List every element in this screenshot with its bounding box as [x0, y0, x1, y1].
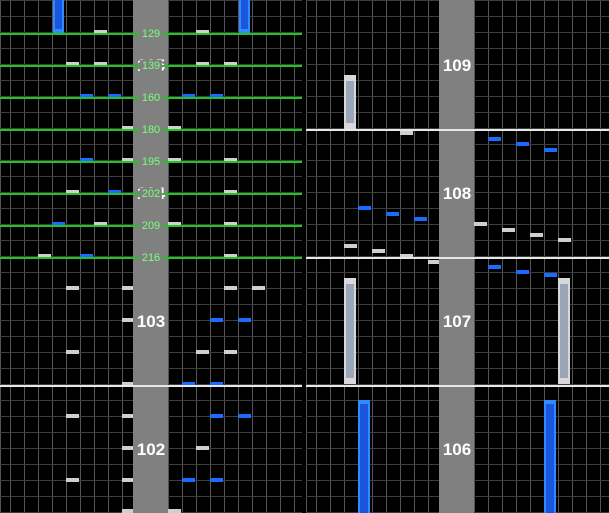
- note[interactable]: [66, 478, 79, 482]
- note[interactable]: [122, 509, 133, 513]
- note[interactable]: [502, 228, 515, 232]
- measure-line: [0, 385, 302, 387]
- note[interactable]: [488, 265, 501, 269]
- long-note[interactable]: [53, 0, 64, 33]
- note[interactable]: [530, 233, 543, 237]
- bpm-change-label: 139: [139, 60, 163, 72]
- note[interactable]: [210, 318, 223, 322]
- note[interactable]: [210, 478, 223, 482]
- note[interactable]: [516, 270, 529, 274]
- long-note[interactable]: [344, 75, 356, 129]
- note[interactable]: [414, 217, 427, 221]
- long-note[interactable]: [544, 400, 556, 513]
- long-note[interactable]: [344, 278, 356, 384]
- note[interactable]: [66, 414, 79, 418]
- measure-line: [306, 129, 609, 131]
- bpm-change-label: 209: [139, 220, 163, 232]
- note[interactable]: [488, 137, 501, 141]
- note[interactable]: [238, 414, 251, 418]
- long-note[interactable]: [558, 278, 570, 384]
- long-note[interactable]: [239, 0, 250, 33]
- measure-line: [306, 257, 609, 259]
- measure-number-107: 107: [442, 312, 472, 331]
- measure-line: [306, 385, 609, 387]
- note[interactable]: [66, 350, 79, 354]
- left-measure-column[interactable]: 102 103 104 105 129 139 160 180 195 202 …: [0, 0, 302, 513]
- note[interactable]: [344, 244, 357, 248]
- note[interactable]: [122, 318, 133, 322]
- note[interactable]: [386, 212, 399, 216]
- bpm-change-label: 216: [139, 252, 163, 264]
- note[interactable]: [558, 238, 571, 242]
- note[interactable]: [122, 478, 133, 482]
- bpm-change-label: 180: [139, 124, 163, 136]
- note[interactable]: [196, 350, 209, 354]
- note[interactable]: [168, 509, 181, 513]
- measure-number-109: 109: [442, 56, 472, 75]
- note[interactable]: [122, 286, 133, 290]
- note[interactable]: [474, 222, 487, 226]
- note[interactable]: [428, 260, 439, 264]
- bpm-change-label: 129: [139, 28, 163, 40]
- note[interactable]: [122, 446, 133, 450]
- measure-number-106: 106: [442, 440, 472, 459]
- right-measure-column[interactable]: 109 108 107 106: [306, 0, 609, 513]
- note[interactable]: [372, 249, 385, 253]
- note[interactable]: [400, 131, 413, 135]
- bpm-change-label: 160: [139, 92, 163, 104]
- note[interactable]: [182, 478, 195, 482]
- measure-number-108: 108: [442, 184, 472, 203]
- note[interactable]: [358, 206, 371, 210]
- note[interactable]: [238, 318, 251, 322]
- note[interactable]: [210, 414, 223, 418]
- bpm-change-label: 195: [139, 156, 163, 168]
- long-note[interactable]: [358, 400, 370, 513]
- note[interactable]: [544, 148, 557, 152]
- note[interactable]: [516, 142, 529, 146]
- note[interactable]: [544, 273, 557, 277]
- measure-number-102: 102: [136, 440, 166, 459]
- note[interactable]: [252, 286, 265, 290]
- bpm-change-label: 202: [139, 188, 163, 200]
- note[interactable]: [196, 446, 209, 450]
- note[interactable]: [122, 414, 133, 418]
- measure-number-103: 103: [136, 312, 166, 331]
- note[interactable]: [224, 286, 237, 290]
- note[interactable]: [66, 286, 79, 290]
- note[interactable]: [224, 350, 237, 354]
